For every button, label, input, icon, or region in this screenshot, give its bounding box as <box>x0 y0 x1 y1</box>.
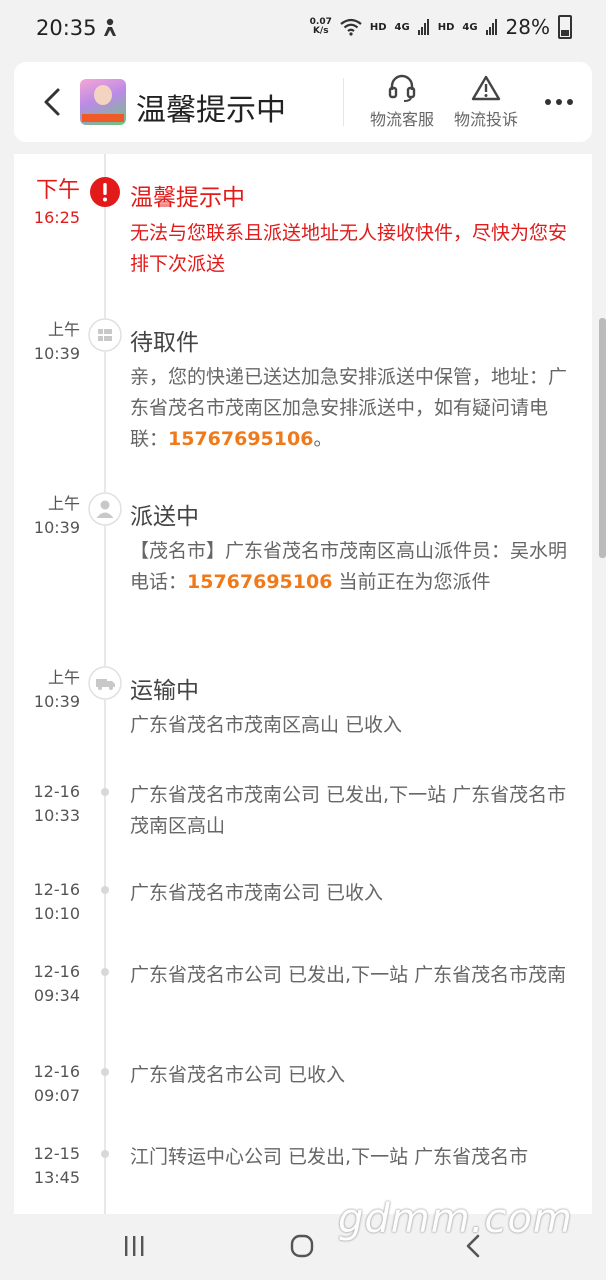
timeline-dot <box>101 886 109 894</box>
signal-icon-2 <box>485 19 497 35</box>
courier-person-icon <box>88 492 122 526</box>
logistics-complaint-button[interactable]: 物流投诉 <box>448 74 524 130</box>
timeline-dot <box>101 968 109 976</box>
recent-apps-icon[interactable] <box>122 1234 146 1258</box>
entry-text: 广东省茂名市茂南区高山 已收入 <box>130 714 403 736</box>
network-speed: 0.07 K/s <box>309 17 332 36</box>
entry-time: 12-16 10:10 <box>33 880 81 923</box>
truck-icon <box>88 666 122 700</box>
entry-time: 12-16 09:07 <box>33 1062 81 1105</box>
accessibility-icon <box>104 18 116 36</box>
entry-time: 上午 10:39 <box>33 668 80 711</box>
entry-time: 下午 16:25 <box>33 178 80 227</box>
watermark: gdmm.com <box>338 1196 573 1242</box>
status-bar: 20:35 0.07 K/s HD 4G HD 4G 28% <box>0 0 606 58</box>
signal-icon <box>417 19 429 35</box>
home-icon[interactable] <box>290 1234 314 1258</box>
signal-4g-2: 4G <box>462 21 478 33</box>
entry-time: 12-16 10:33 <box>33 782 81 825</box>
hd-badge-1: HD <box>369 21 387 33</box>
logistics-complaint-label: 物流投诉 <box>453 110 518 129</box>
tracking-timeline: 下午 16:25 温馨提示中 无法与您联系且派送地址无人接收快件，尽快为您安排下… <box>14 154 592 1214</box>
headset-icon <box>388 74 416 102</box>
entry-text: 广东省茂名市公司 已发出,下一站 广东省茂名市茂南 <box>130 964 567 986</box>
phone-link[interactable]: 15767695106 <box>168 428 313 450</box>
hd-badge-2: HD <box>437 21 455 33</box>
entry-time: 上午 10:39 <box>33 494 80 537</box>
scrollbar[interactable] <box>599 318 606 558</box>
timeline-dot <box>101 1068 109 1076</box>
battery-icon <box>558 15 572 39</box>
back-arrow-icon[interactable] <box>38 84 66 120</box>
entry-text: 广东省茂名市茂南公司 已收入 <box>130 882 384 904</box>
timeline-dot <box>101 788 109 796</box>
more-icon[interactable] <box>544 98 574 106</box>
entry-text: 亲，您的快递已送达加急安排派送中保管，地址：广东省茂名市茂南区加急安排派送中，如… <box>130 366 568 450</box>
entry-title: 待取件 <box>130 330 199 356</box>
entry-title: 温馨提示中 <box>130 185 245 211</box>
entry-title: 派送中 <box>130 504 199 530</box>
wifi-icon <box>340 18 362 36</box>
pickup-locker-icon <box>88 318 122 352</box>
header-bar: 温馨提示中 物流客服 物流投诉 <box>14 62 592 142</box>
signal-4g-1: 4G <box>394 21 410 33</box>
status-time: 20:35 <box>36 16 97 40</box>
logistics-service-label: 物流客服 <box>369 110 434 129</box>
entry-text: 广东省茂名市公司 已收入 <box>130 1064 346 1086</box>
alert-icon <box>90 177 120 207</box>
entry-text: 江门转运中心公司 已发出,下一站 广东省茂名市 <box>130 1146 529 1168</box>
entry-time: 12-15 13:45 <box>33 1144 81 1187</box>
entry-title: 运输中 <box>130 678 199 704</box>
page-title: 温馨提示中 <box>136 93 286 128</box>
logistics-service-button[interactable]: 物流客服 <box>364 74 440 130</box>
entry-text: 广东省茂名市茂南公司 已发出,下一站 广东省茂名市茂南区高山 <box>130 784 567 837</box>
phone-link[interactable]: 15767695106 <box>187 571 332 593</box>
entry-time: 上午 10:39 <box>33 320 80 363</box>
battery-percent: 28% <box>505 15 550 39</box>
warning-icon <box>471 75 501 101</box>
avatar <box>80 79 126 125</box>
entry-text: 【茂名市】广东省茂名市茂南区高山派件员：吴水明 电话：15767695106 当… <box>130 540 568 593</box>
header-divider <box>343 78 344 126</box>
entry-time: 12-16 09:34 <box>33 962 81 1005</box>
entry-text: 无法与您联系且派送地址无人接收快件，尽快为您安排下次派送 <box>130 222 568 275</box>
timeline-dot <box>101 1150 109 1158</box>
